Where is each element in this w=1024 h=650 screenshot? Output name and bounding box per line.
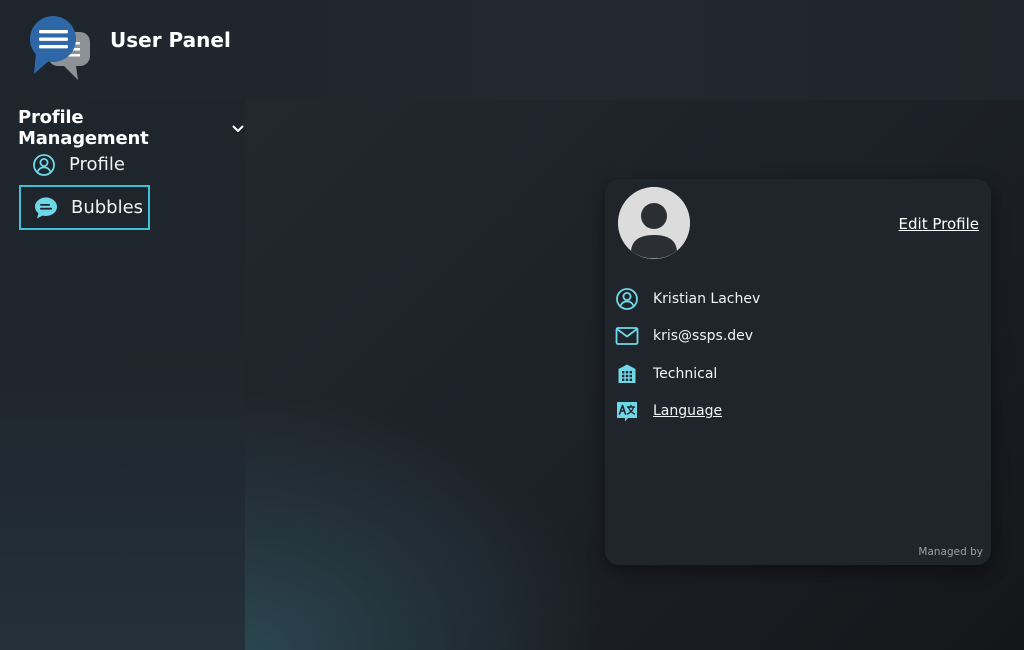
mail-icon [615,324,639,348]
sidebar-item-label: Bubbles [71,197,144,218]
chevron-down-icon [231,121,245,135]
profile-name: Kristian Lachev [653,291,761,307]
language-link[interactable]: Language [653,403,722,419]
app-header: User Panel [0,0,1024,100]
profile-department-row: Technical [615,361,717,387]
managed-by-text: Managed by [918,546,983,558]
profile-name-row: Kristian Lachev [615,286,760,312]
user-circle-icon [31,152,57,178]
profile-language-row[interactable]: Language [615,398,722,424]
user-avatar-icon [618,187,690,259]
sidebar-item-profile[interactable]: Profile [19,142,150,187]
user-panel-app: User Panel Profile Management Profile Bu… [0,0,1024,650]
sidebar: Profile Management Profile Bubbles [0,100,245,650]
sidebar-item-bubbles[interactable]: Bubbles [19,185,150,230]
profile-management-section-toggle[interactable]: Profile Management [18,107,245,149]
profile-department: Technical [653,366,718,382]
sidebar-item-label: Profile [69,154,125,175]
chat-bubbles-logo-icon [28,12,92,84]
profile-email: kris@ssps.dev [653,328,754,344]
edit-profile-link[interactable]: Edit Profile [899,215,979,233]
building-icon [615,362,639,386]
translate-icon [615,399,639,423]
profile-card: Edit Profile Kristian Lachev kris@ssps.d… [605,179,991,565]
app-title: User Panel [110,28,231,52]
user-circle-icon [615,287,639,311]
chat-bubble-icon [33,195,59,221]
profile-email-row: kris@ssps.dev [615,323,753,349]
